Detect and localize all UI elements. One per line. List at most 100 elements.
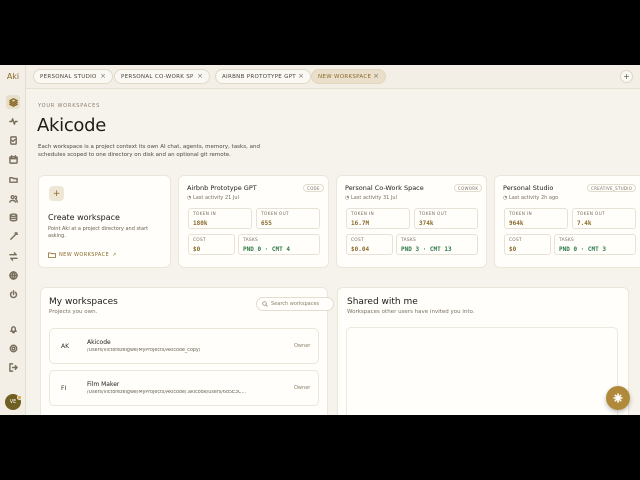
tab-label: PERSONAL STUDIO (40, 73, 97, 80)
tasks-metric: TASKS PND 3 · CMT 13 (396, 234, 478, 255)
token-out-value: 655 (261, 220, 272, 227)
close-icon[interactable]: × (373, 72, 379, 81)
search-icon (262, 301, 268, 307)
wand-icon[interactable] (6, 229, 20, 243)
globe-icon[interactable] (6, 268, 20, 282)
search-input[interactable] (271, 301, 331, 307)
tasks-label: TASKS (401, 238, 417, 243)
my-workspaces-title: My workspaces (49, 297, 118, 307)
database-icon[interactable] (6, 210, 20, 224)
tasks-value: PND 0 · CMT 3 (559, 246, 606, 253)
token-in-value: 16.7M (351, 220, 370, 227)
logout-icon[interactable] (6, 360, 20, 374)
workspace-activity-text: Last activity 21 Jul (192, 195, 239, 201)
main-content: YOUR WORKSPACES Akicode Each workspace i… (26, 89, 640, 415)
tab-bar: PERSONAL STUDIO × PERSONAL CO-WORK SP...… (26, 65, 640, 89)
shared-subtitle: Workspaces other users have invited you … (347, 309, 475, 315)
activity-icon[interactable] (6, 114, 20, 128)
workspace-initials: FI (61, 385, 67, 392)
token-in-metric: TOKEN IN 16.7M (346, 208, 410, 229)
token-in-label: TOKEN IN (351, 212, 375, 217)
workspace-card-airbnb[interactable]: Airbnb Prototype GPT CODE ◔ Last activit… (178, 175, 329, 268)
workspace-card-cowork[interactable]: Personal Co-Work Space COWORK ◔ Last act… (336, 175, 487, 268)
cost-metric: COST $0.04 (346, 234, 393, 255)
search-box[interactable] (256, 297, 334, 311)
create-workspace-card[interactable]: + Create workspace Point Aki at a projec… (38, 175, 171, 268)
workspace-row-name: Akicode (87, 339, 111, 346)
bell-icon[interactable] (6, 322, 20, 336)
token-in-label: TOKEN IN (509, 212, 533, 217)
shared-title: Shared with me (347, 297, 418, 307)
tasks-label: TASKS (243, 238, 259, 243)
assistant-fab[interactable] (606, 386, 630, 410)
tab-personal-cowork[interactable]: PERSONAL CO-WORK SP... × (114, 69, 210, 84)
calendar-icon[interactable] (6, 152, 20, 166)
cost-label: COST (509, 238, 522, 243)
settings-icon[interactable] (6, 341, 20, 355)
close-icon[interactable]: × (298, 72, 304, 81)
token-in-value: 964k (509, 220, 524, 227)
workspace-type-badge: COWORK (454, 184, 483, 192)
workspace-activity-text: Last activity 2h ago (508, 195, 559, 201)
token-out-metric: TOKEN OUT 374k (414, 208, 478, 229)
cost-label: COST (193, 238, 206, 243)
tab-personal-studio[interactable]: PERSONAL STUDIO × (33, 69, 113, 84)
workspace-row-path: /Users/victorezeigwe/MyProjects/Akicode_… (87, 348, 201, 353)
tasks-metric: TASKS PND 0 · CMT 3 (554, 234, 636, 255)
close-icon[interactable]: × (197, 72, 203, 81)
workspace-initials: AK (61, 343, 70, 350)
sparkle-icon (613, 393, 623, 403)
users-icon[interactable] (6, 191, 20, 205)
workspace-row-path: /Users/victorezeigwe/MyProjects/Akicode/… (87, 390, 247, 395)
token-out-metric: TOKEN OUT 7.4k (572, 208, 636, 229)
tab-new-workspace[interactable]: NEW WORKSPACE × (311, 69, 386, 84)
token-in-label: TOKEN IN (193, 212, 217, 217)
tasks-value: PND 0 · CMT 4 (243, 246, 290, 253)
token-out-label: TOKEN OUT (419, 212, 447, 217)
workspace-row-role: Owner (294, 343, 311, 349)
plus-icon: + (49, 186, 64, 201)
transfer-icon[interactable] (6, 249, 20, 263)
tab-label: NEW WORKSPACE (318, 73, 372, 80)
workspace-activity: ◔ Last activity 31 Jul (345, 195, 397, 201)
my-workspaces-subtitle: Projects you own. (49, 309, 98, 315)
token-out-label: TOKEN OUT (577, 212, 605, 217)
create-workspace-description: Point Aki at a project directory and sta… (48, 226, 149, 239)
token-in-metric: TOKEN IN 180k (188, 208, 252, 229)
page-eyebrow: YOUR WORKSPACES (38, 103, 101, 109)
checklist-icon[interactable] (6, 133, 20, 147)
layers-icon[interactable] (6, 95, 20, 109)
workspace-activity: ◔ Last activity 21 Jul (187, 195, 239, 201)
new-workspace-link-label: NEW WORKSPACE (59, 252, 110, 258)
app-window: Aki VE PERSONAL STUDIO × PERSONAL CO-WOR… (0, 65, 640, 415)
tasks-label: TASKS (559, 238, 575, 243)
workspace-row[interactable]: FI Film Maker /Users/victorezeigwe/MyPro… (49, 370, 319, 406)
tasks-value: PND 3 · CMT 13 (401, 246, 452, 253)
tasks-metric: TASKS PND 0 · CMT 4 (238, 234, 320, 255)
workspace-card-studio[interactable]: Personal Studio CREATIVE_STUDIO ◔ Last a… (494, 175, 640, 268)
new-workspace-link[interactable]: NEW WORKSPACE ↗ (48, 252, 117, 258)
workspace-type-badge: CREATIVE_STUDIO (587, 184, 637, 192)
token-out-value: 374k (419, 220, 434, 227)
tab-label: PERSONAL CO-WORK SP... (121, 73, 193, 80)
workspace-activity-text: Last activity 31 Jul (350, 195, 397, 201)
brand-logo[interactable]: Aki (0, 65, 26, 87)
status-dot (17, 395, 22, 400)
folder-icon[interactable] (6, 172, 20, 186)
tab-airbnb-prototype[interactable]: AIRBNB PROTOTYPE GPT × (215, 69, 311, 84)
page-title: Akicode (37, 115, 107, 136)
token-out-metric: TOKEN OUT 655 (256, 208, 320, 229)
cost-metric: COST $0 (188, 234, 235, 255)
workspace-row-name: Film Maker (87, 381, 120, 388)
token-in-metric: TOKEN IN 964k (504, 208, 568, 229)
shared-list-empty (346, 327, 618, 415)
tab-label: AIRBNB PROTOTYPE GPT (222, 73, 296, 80)
new-tab-button[interactable]: + (620, 70, 633, 83)
sidebar-rail: Aki VE (0, 65, 26, 415)
token-in-value: 180k (193, 220, 208, 227)
close-icon[interactable]: × (100, 72, 106, 81)
arrow-up-right-icon: ↗ (112, 252, 117, 258)
power-icon[interactable] (6, 287, 20, 301)
workspace-row[interactable]: AK Akicode /Users/victorezeigwe/MyProjec… (49, 328, 319, 364)
cost-value: $0 (509, 246, 517, 253)
